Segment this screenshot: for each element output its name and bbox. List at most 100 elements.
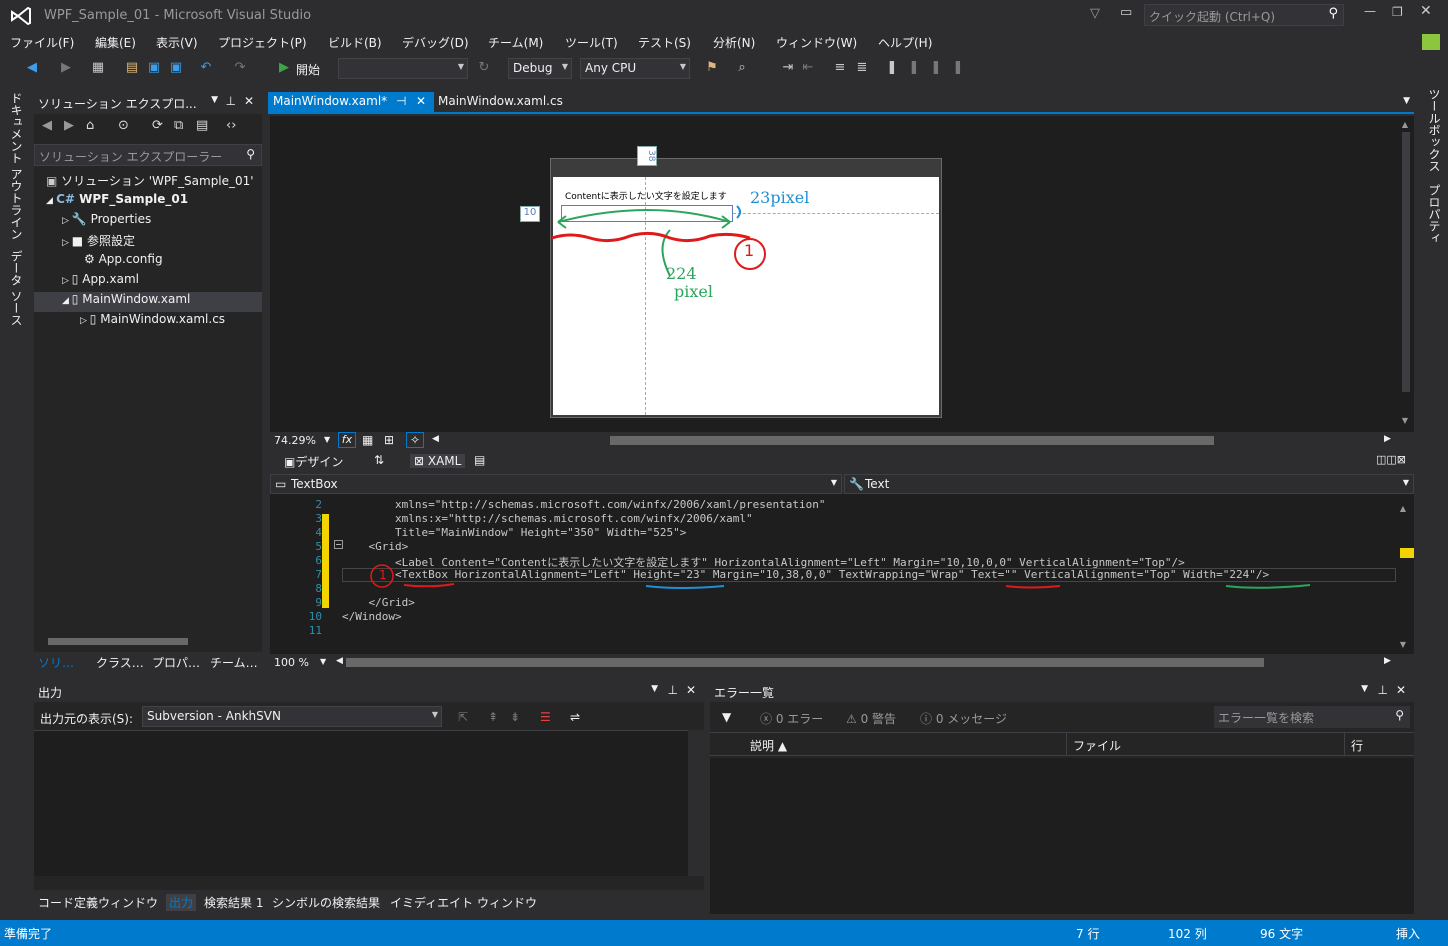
scroll-left-icon[interactable]: ◀ [336,656,343,666]
menu-team[interactable]: チーム(M) [488,34,543,51]
tab-design[interactable]: ▣デザイン [284,453,343,470]
indent-icon[interactable]: ⇥ [780,60,796,76]
next-message-icon[interactable]: ⇟ [510,710,520,724]
tab-code-definition[interactable]: コード定義ウィンドウ [38,894,158,911]
scroll-up-icon[interactable]: ▲ [1400,504,1406,513]
pin-icon[interactable]: ⊥ [1378,683,1388,697]
solution-search-input[interactable]: ソリューション エクスプローラー ⚲ [34,144,262,166]
doc-outline-tab[interactable]: ドキュメント アウトライン [8,92,25,240]
close-icon[interactable]: ✕ [244,94,254,108]
col-description[interactable]: 説明 ▲ [750,737,787,754]
tab-class[interactable]: クラス… [96,654,144,671]
new-project-icon[interactable]: ▦ [90,60,106,76]
tab-mainwindow-cs[interactable]: MainWindow.xaml.cs [438,94,563,108]
tab-find-results[interactable]: 検索結果 1 [204,894,263,911]
browse-icon[interactable]: ⌕ [734,60,750,76]
output-vscroll[interactable] [688,730,704,876]
grid-icon[interactable]: ▦ [362,433,373,447]
output-source-combo[interactable]: Subversion - AnkhSVN ▼ [142,706,442,727]
code-line[interactable]: Title="MainWindow" Height="350" Width="5… [342,526,686,539]
pin-icon[interactable]: ⊣ [396,94,406,108]
tab-team[interactable]: チーム… [210,654,258,671]
save-icon[interactable]: ▣ [146,60,162,76]
menu-tools[interactable]: ツール(T) [565,34,618,51]
collapse-pane-icon[interactable]: ▤ [474,453,485,467]
dropdown-icon[interactable]: ▼ [1361,684,1368,694]
fx-button[interactable]: fx [338,432,356,448]
tree-solution[interactable]: ▣ ソリューション 'WPF_Sample_01' [46,172,254,192]
swap-panes-icon[interactable]: ⇅ [374,453,384,467]
scroll-up-icon[interactable]: ▲ [1402,120,1408,129]
save-all-icon[interactable]: ▣ [168,60,184,76]
refresh-icon[interactable]: ↻ [476,60,492,76]
code-line[interactable]: </Window> [342,610,402,623]
scroll-right-icon[interactable]: ▶ [1384,656,1391,666]
menu-help[interactable]: ヘルプ(H) [878,34,932,51]
messages-filter[interactable]: ⓘ 0 メッセージ [920,710,1007,727]
code-line[interactable]: <Grid> [342,540,408,553]
tree-app-xaml[interactable]: ▷ ▯ App.xaml [62,272,139,292]
tree-project[interactable]: ◢ C# WPF_Sample_01 [46,192,188,212]
close-icon[interactable]: ✕ [1396,683,1406,697]
uncomment-icon[interactable]: ≣ [854,60,870,76]
pin-icon[interactable]: ⊥ [668,683,678,697]
open-icon[interactable]: ▤ [124,60,140,76]
xaml-zoom-combo[interactable]: 100 % [274,656,309,669]
clear-all-icon[interactable]: ☰ [540,710,551,724]
menu-build[interactable]: ビルド(B) [328,34,382,51]
home-icon[interactable]: ⌂ [86,118,94,133]
forward-icon[interactable]: ▶ [64,118,74,133]
output-text-area[interactable] [34,730,704,876]
tree-app-config[interactable]: ⚙ App.config [84,252,163,272]
zoom-combo[interactable]: 74.29% [274,434,316,447]
error-search-input[interactable]: エラー一覧を検索 ⚲ [1214,706,1410,728]
col-file[interactable]: ファイル [1066,733,1127,755]
zoom-dropdown-icon[interactable]: ▼ [324,435,330,444]
tab-mainwindow-xaml[interactable]: MainWindow.xaml* ⊣ ✕ [268,92,434,112]
designer-surface[interactable]: ▲ ▼ Contentに表示したい文字を設定します 38 10 23pixel … [270,116,1414,432]
notification-icon[interactable]: ▭ [1120,5,1132,20]
collapse-icon[interactable]: ⧉ [174,118,183,133]
tab-output[interactable]: 出力 [166,894,197,911]
close-icon[interactable]: ✕ [416,94,426,108]
code-line[interactable]: xmlns="http://schemas.microsoft.com/winf… [342,498,825,511]
start-button[interactable]: 開始 [296,61,320,78]
code-line[interactable]: xmlns:x="http://schemas.microsoft.com/wi… [342,512,753,525]
feedback-icon[interactable]: ▽ [1090,6,1100,21]
scroll-right-icon[interactable]: ▶ [1384,434,1391,444]
view-code-icon[interactable]: ‹› [226,118,236,133]
menu-edit[interactable]: 編集(E) [95,34,136,51]
word-wrap-icon[interactable]: ⇌ [570,710,580,724]
minimize-button[interactable]: — [1364,4,1376,18]
element-combo[interactable]: ▭ TextBox ▼ [270,474,842,494]
start-icon[interactable]: ▶ [276,60,292,76]
tab-overflow-icon[interactable]: ▼ [1403,96,1410,106]
menu-window[interactable]: ウィンドウ(W) [776,34,857,51]
dropdown-icon[interactable]: ▼ [651,684,658,694]
solution-hscroll[interactable] [38,636,258,646]
split-orientation-icons[interactable]: ◫◫⊠ [1376,453,1406,466]
pending-changes-icon[interactable]: ⊙ [118,118,129,133]
prev-bookmark-icon[interactable]: ❚ [906,60,922,76]
find-in-files-icon[interactable]: ⚑ [704,60,720,76]
outdent-icon[interactable]: ⇤ [800,60,816,76]
dropdown-icon[interactable]: ▼ [320,657,326,666]
error-list-body[interactable] [710,758,1414,914]
target-combo[interactable]: ▼ [338,58,468,79]
account-icon[interactable] [1422,34,1440,50]
errors-filter[interactable]: ⓧ 0 エラー [760,710,823,727]
tab-xaml[interactable]: ⊠ XAML [410,454,466,468]
comment-icon[interactable]: ≡ [832,60,848,76]
prev-message-icon[interactable]: ⇞ [488,710,498,724]
tab-immediate[interactable]: イミディエイト ウィンドウ [390,894,537,911]
designer-hscroll[interactable] [610,436,1214,445]
tree-properties[interactable]: ▷ 🔧 Properties [62,212,151,232]
bookmark-icon[interactable]: ❚ [884,60,900,76]
goto-error-icon[interactable]: ⇱ [458,710,468,724]
scroll-down-icon[interactable]: ▼ [1400,640,1406,649]
tab-symbol-results[interactable]: シンボルの検索結果 [272,894,380,911]
quick-launch-input[interactable]: クイック起動 (Ctrl+Q) ⚲ [1144,4,1344,26]
data-source-tab[interactable]: データ ソース [8,250,25,326]
sync-icon[interactable]: ⟳ [152,118,163,133]
tab-properties[interactable]: プロパ… [152,654,200,671]
